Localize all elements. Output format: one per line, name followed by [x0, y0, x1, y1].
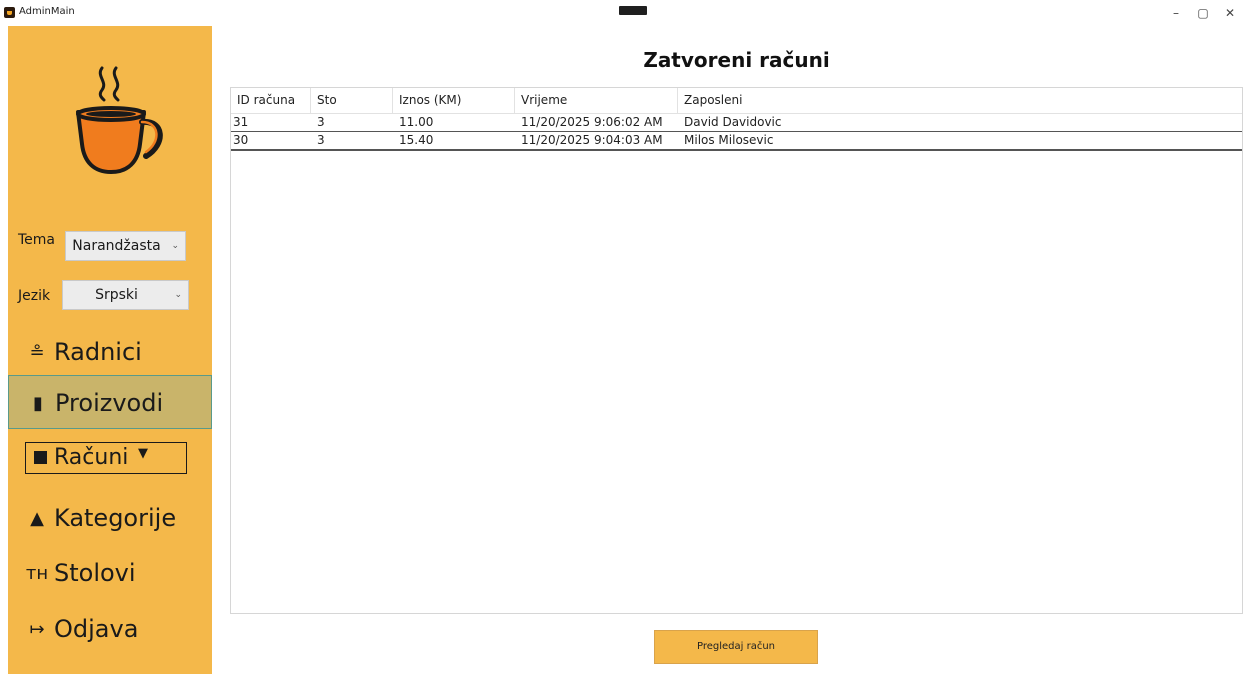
cell-zaposleni: David Davidovic — [684, 115, 782, 129]
cell-id: 31 — [233, 115, 249, 129]
cell-iznos: 15.40 — [399, 133, 434, 147]
coffee-cup-icon — [76, 66, 163, 174]
chevron-down-icon: ⌄ — [171, 241, 179, 251]
sidebar-item-label: Proizvodi — [55, 389, 164, 417]
window-title: AdminMain — [19, 6, 75, 17]
close-button[interactable]: ✕ — [1218, 4, 1242, 22]
app-icon — [4, 7, 15, 18]
sidebar-item-label: Radnici — [54, 338, 142, 366]
theme-label: Tema — [18, 232, 56, 248]
title-bar: AdminMain – ▢ ✕ — [0, 0, 1243, 26]
theme-select[interactable]: Narandžasta ⌄ — [65, 231, 186, 261]
cell-vrijeme: 11/20/2025 9:04:03 AM — [521, 133, 663, 147]
cell-id: 30 — [233, 133, 249, 147]
minimize-button[interactable]: – — [1164, 4, 1188, 22]
sidebar-item-label: Kategorije — [54, 504, 177, 532]
drag-handle[interactable] — [619, 6, 647, 15]
sidebar: Tema Narandžasta ⌄ Jezik Srpski ⌄ ≗ Radn… — [8, 26, 212, 674]
square-icon — [34, 451, 47, 464]
sidebar-item-proizvodi[interactable]: ▮ Proizvodi — [8, 375, 212, 429]
chevron-down-icon: ⌄ — [174, 290, 182, 300]
cell-sto: 3 — [317, 133, 325, 147]
sidebar-item-stolovi[interactable]: ᴛн Stolovi — [8, 546, 212, 600]
shapes-icon: ▲ — [30, 507, 44, 529]
cell-sto: 3 — [317, 115, 325, 129]
worker-icon: ≗ — [29, 341, 45, 363]
language-select-value: Srpski — [95, 287, 138, 303]
sidebar-item-label: Stolovi — [54, 559, 136, 587]
sidebar-item-odjava[interactable]: ↦ Odjava — [8, 602, 212, 656]
caret-down-icon: ▼ — [138, 446, 148, 461]
language-label: Jezik — [18, 288, 51, 304]
sidebar-item-label: Računi — [54, 445, 129, 470]
column-header-zaposleni[interactable]: Zaposleni — [678, 88, 1242, 113]
sidebar-item-label: Odjava — [54, 615, 139, 643]
table-row[interactable]: 31 3 11.00 11/20/2025 9:06:02 AM David D… — [231, 114, 1242, 132]
sidebar-item-kategorije[interactable]: ▲ Kategorije — [8, 491, 212, 545]
table-icon: ᴛн — [25, 562, 49, 584]
glass-icon: ▮ — [33, 392, 43, 414]
table-row[interactable]: 30 3 15.40 11/20/2025 9:04:03 AM Milos M… — [231, 132, 1242, 151]
column-header-vrijeme[interactable]: Vrijeme — [515, 88, 678, 113]
sidebar-item-racuni[interactable]: Računi ▼ — [25, 442, 187, 474]
cell-vrijeme: 11/20/2025 9:06:02 AM — [521, 115, 663, 129]
sidebar-item-radnici[interactable]: ≗ Radnici — [8, 325, 212, 379]
cell-zaposleni: Milos Milosevic — [684, 133, 774, 147]
language-select[interactable]: Srpski ⌄ — [62, 280, 189, 310]
restore-button[interactable]: ▢ — [1191, 4, 1215, 22]
theme-select-value: Narandžasta — [72, 238, 161, 254]
view-bill-button[interactable]: Pregledaj račun — [654, 630, 818, 664]
column-header-iznos[interactable]: Iznos (KM) — [393, 88, 515, 113]
table-header: ID računa Sto Iznos (KM) Vrijeme Zaposle… — [231, 88, 1242, 114]
closed-bills-table[interactable]: ID računa Sto Iznos (KM) Vrijeme Zaposle… — [230, 87, 1243, 614]
column-header-sto[interactable]: Sto — [311, 88, 393, 113]
column-header-id[interactable]: ID računa — [231, 88, 311, 113]
logout-icon: ↦ — [29, 618, 45, 640]
cell-iznos: 11.00 — [399, 115, 434, 129]
page-title: Zatvoreni računi — [643, 48, 830, 72]
